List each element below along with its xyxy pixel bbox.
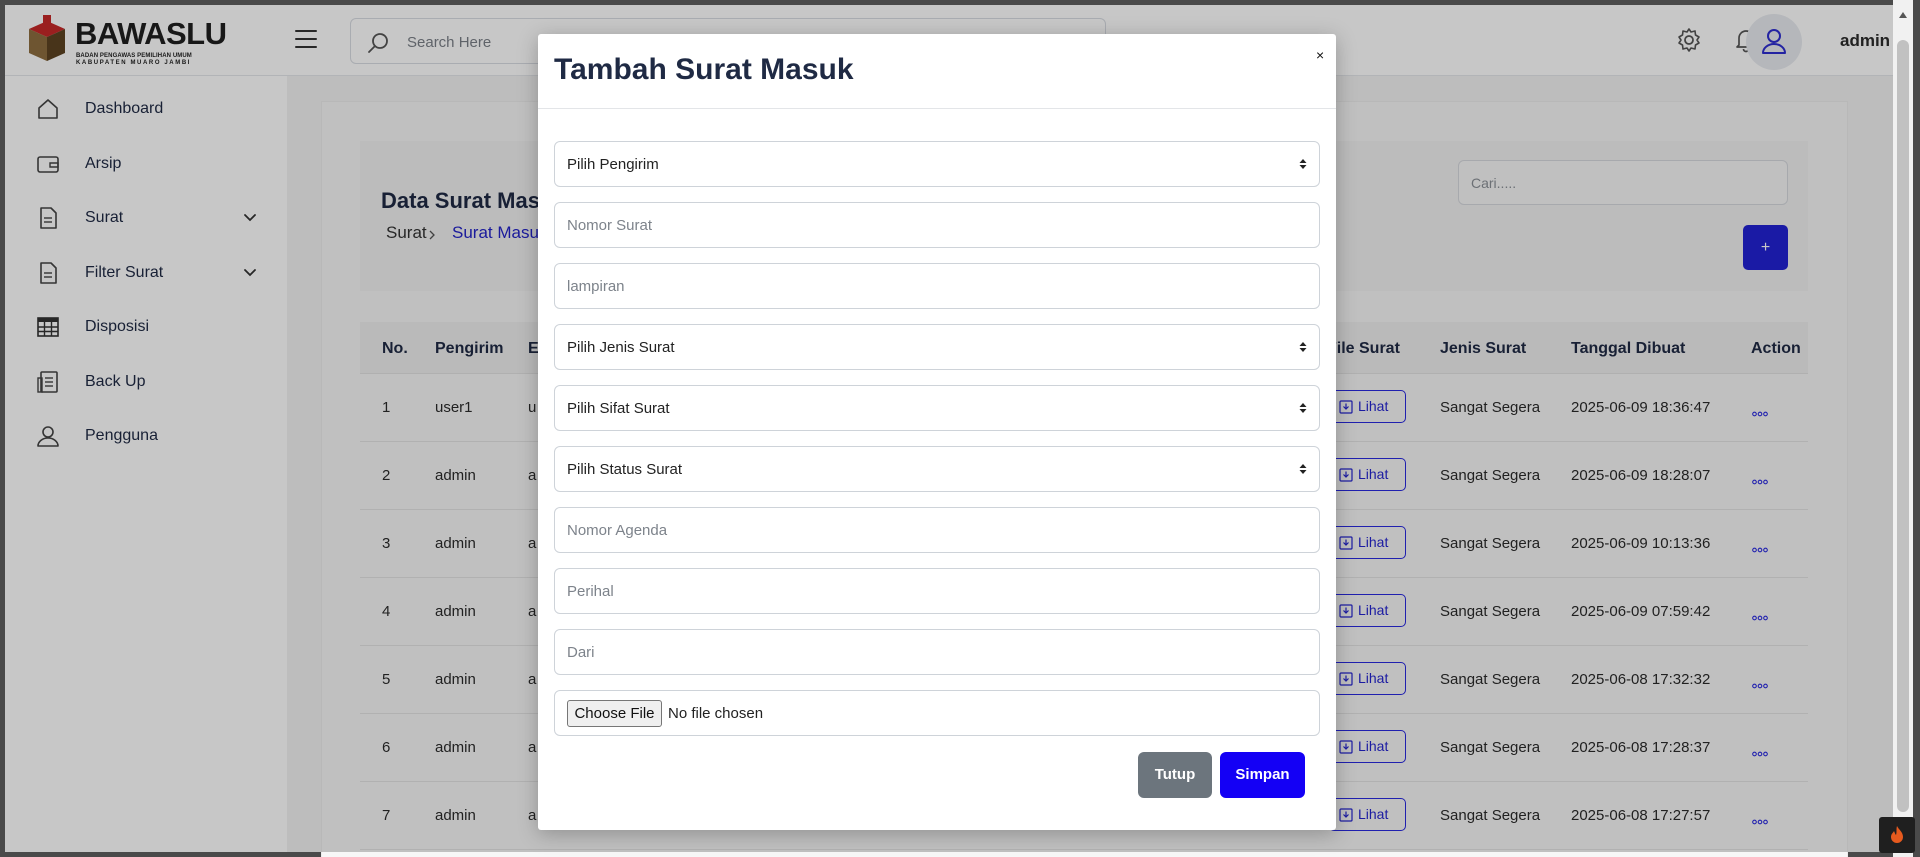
- nomor-agenda-field[interactable]: [554, 507, 1320, 553]
- pengirim-select-value: Pilih Pengirim: [567, 156, 659, 173]
- scrollbar-thumb[interactable]: [1897, 40, 1909, 812]
- scroll-up-icon[interactable]: [1899, 12, 1907, 18]
- modal-divider: [538, 108, 1336, 109]
- tambah-surat-modal: Tambah Surat Masuk × Pilih Pengirim Pili…: [538, 34, 1336, 830]
- select-arrows-icon: [1299, 403, 1307, 413]
- select-arrows-icon: [1299, 159, 1307, 169]
- tutup-button[interactable]: Tutup: [1138, 752, 1212, 798]
- status-surat-select[interactable]: Pilih Status Surat: [554, 446, 1320, 492]
- pengirim-select[interactable]: Pilih Pengirim: [554, 141, 1320, 187]
- sifat-surat-select-value: Pilih Sifat Surat: [567, 400, 670, 417]
- jenis-surat-select[interactable]: Pilih Jenis Surat: [554, 324, 1320, 370]
- file-status: No file chosen: [668, 705, 764, 722]
- close-icon[interactable]: ×: [1316, 48, 1326, 62]
- nomor-surat-field[interactable]: [554, 202, 1320, 248]
- flame-icon: [1891, 826, 1903, 843]
- corner-widget[interactable]: [1879, 817, 1915, 853]
- select-arrows-icon: [1299, 464, 1307, 474]
- select-arrows-icon: [1299, 342, 1307, 352]
- simpan-button[interactable]: Simpan: [1220, 752, 1305, 798]
- perihal-field[interactable]: [554, 568, 1320, 614]
- status-surat-select-value: Pilih Status Surat: [567, 461, 683, 478]
- choose-file-button[interactable]: Choose File: [567, 700, 662, 727]
- lampiran-field[interactable]: [554, 263, 1320, 309]
- jenis-surat-select-value: Pilih Jenis Surat: [567, 339, 675, 356]
- file-upload-field: Choose File No file chosen: [554, 690, 1320, 736]
- modal-title: Tambah Surat Masuk: [554, 53, 854, 86]
- dari-field[interactable]: [554, 629, 1320, 675]
- sifat-surat-select[interactable]: Pilih Sifat Surat: [554, 385, 1320, 431]
